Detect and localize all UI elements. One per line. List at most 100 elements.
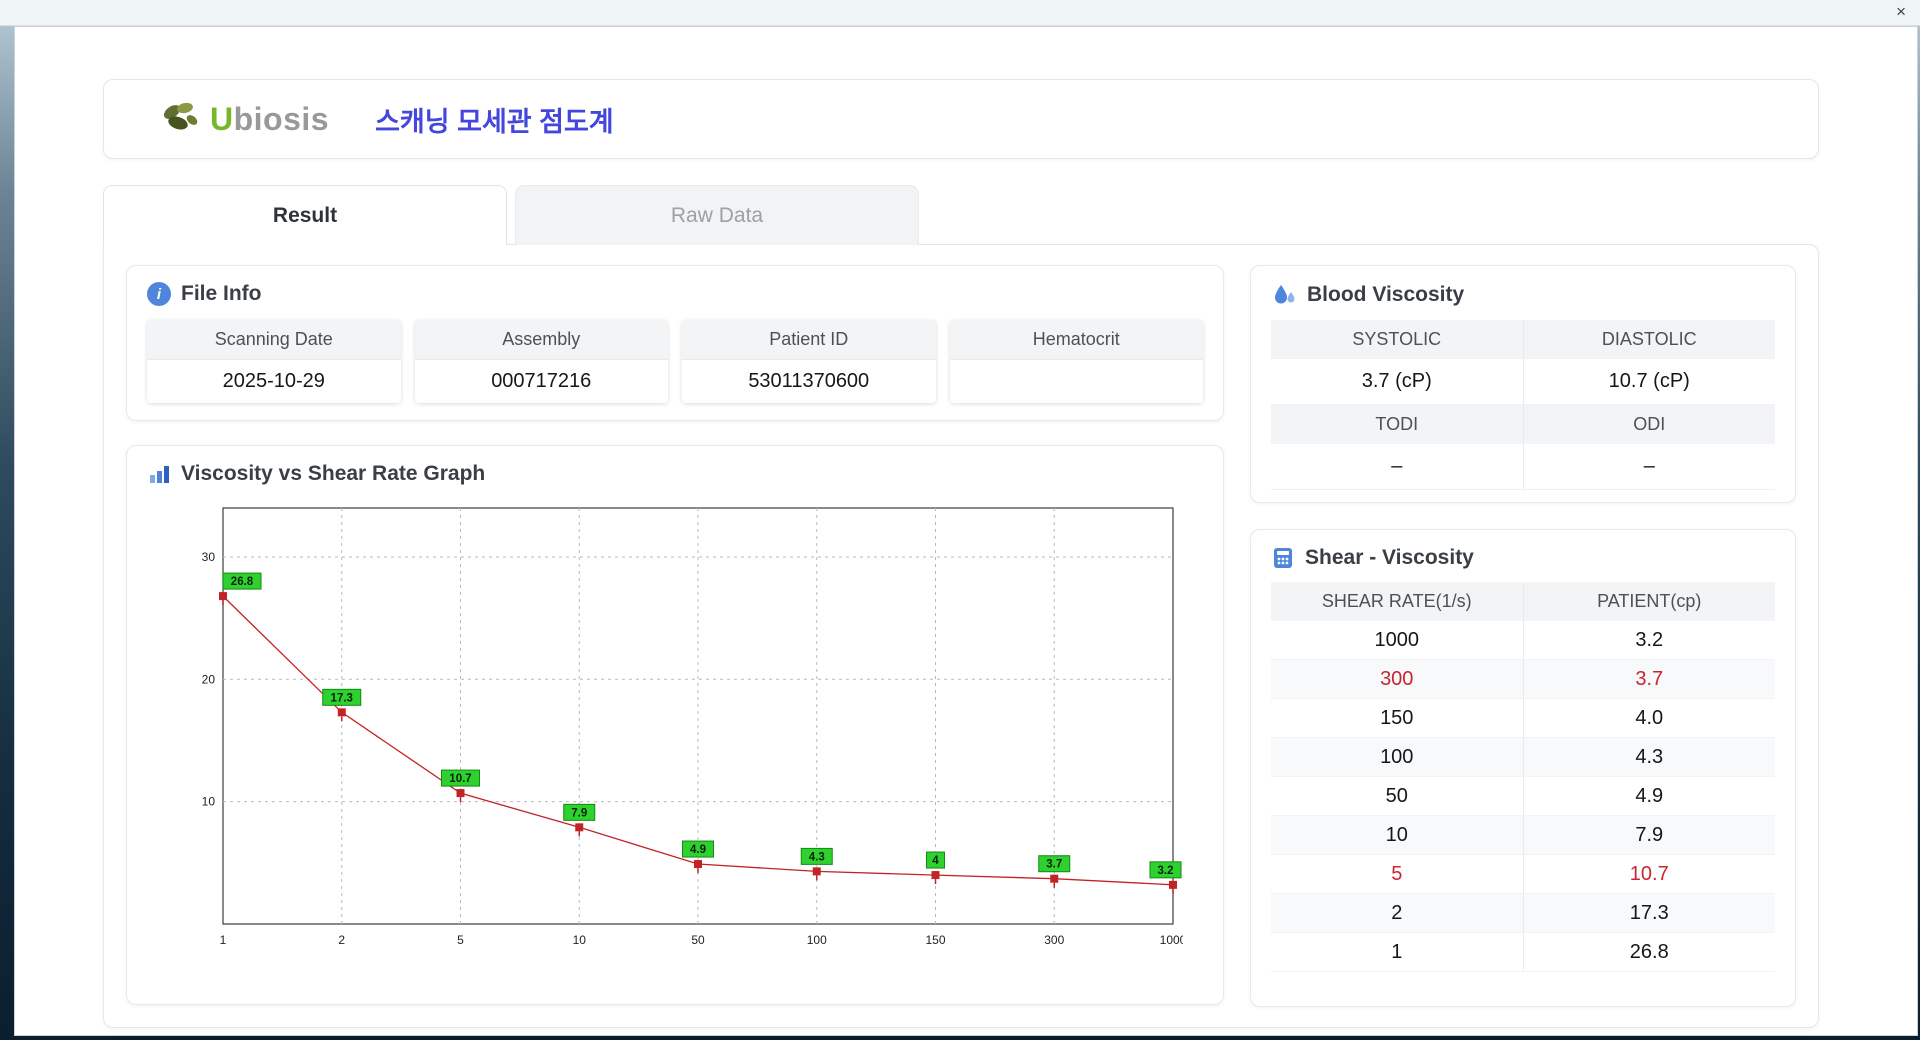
blood-viscosity-body: SYSTOLIC DIASTOLIC 3.7 (cP) 10.7 (cP) TODI OD… [1271,320,1775,490]
svg-text:10: 10 [202,795,216,809]
svg-text:1000: 1000 [1160,933,1183,947]
shear-table-row: 300 3.7 [1271,659,1775,699]
right-column: Blood Viscosity SYSTOLIC DIASTOLIC 3.7 (cP… [1250,265,1796,1007]
field-value: 000717216 [414,360,668,403]
tab-result[interactable]: Result [103,185,507,245]
svg-text:20: 20 [202,672,216,686]
bv-label: ODI [1522,404,1775,444]
shear-table-row: 100 4.3 [1271,737,1775,777]
shear-table: SHEAR RATE(1/s) PATIENT(cp) 1000 3.2 300 3.… [1271,582,1775,972]
tab-raw-data[interactable]: Raw Data [515,185,919,245]
bv-value: – [1522,444,1775,490]
graph-title-row: Viscosity vs Shear Rate Graph [147,462,1203,486]
svg-text:30: 30 [202,550,216,564]
file-info-field: Patient ID 53011370600 [682,320,936,403]
svg-text:100: 100 [807,933,827,947]
shear-table-cell: 300 [1271,659,1523,699]
shear-table-row: 10 7.9 [1271,815,1775,855]
bv-value: 10.7 (cP) [1522,359,1775,405]
tab-bar: Result Raw Data [103,185,919,245]
svg-text:3.7: 3.7 [1046,859,1062,871]
bv-label: DIASTOLIC [1522,320,1775,359]
svg-text:2: 2 [338,933,345,947]
svg-text:17.3: 17.3 [331,692,353,704]
svg-text:3.2: 3.2 [1158,865,1174,877]
shear-table-cell: 4.3 [1522,737,1775,777]
main-panel: i File Info Scanning Date 2025-10-29 Assem… [103,244,1819,1028]
file-info-fields: Scanning Date 2025-10-29 Assembly 000717216… [147,320,1203,403]
logo-leaf-icon [158,99,202,139]
bv-value: 3.7 (cP) [1271,359,1523,405]
bv-value-row: 3.7 (cP) 10.7 (cP) [1271,359,1775,405]
shear-table-cell: 100 [1271,737,1523,777]
field-label: Hematocrit [949,320,1203,360]
shear-table-body: 1000 3.2 300 3.7 150 4.0 100 4.3 50 4.9 10 7.9 5 10.7… [1271,621,1775,972]
viscosity-chart: 10 20 30 1 2 5 10 50 100 150 300 1000 26.8 17.3 10.7 7.… [173,494,1203,971]
field-label: Patient ID [682,320,936,360]
shear-table-cell: 26.8 [1522,932,1775,972]
field-value: 53011370600 [682,360,936,403]
shear-table-cell: 4.9 [1522,776,1775,816]
svg-text:50: 50 [691,933,705,947]
shear-table-cell: 50 [1271,776,1523,816]
bv-value: – [1271,444,1523,490]
svg-text:10.7: 10.7 [449,773,471,785]
svg-text:150: 150 [925,933,945,947]
shear-table-cell: 3.7 [1522,659,1775,699]
file-info-field: Hematocrit [949,320,1203,403]
info-icon: i [147,282,171,306]
shear-table-cell: 1 [1271,932,1523,972]
close-icon[interactable]: × [1896,2,1906,22]
shear-rate-column-header: SHEAR RATE(1/s) [1271,582,1523,621]
file-info-field: Scanning Date 2025-10-29 [147,320,401,403]
shear-table-row: 1 26.8 [1271,932,1775,972]
svg-text:4.9: 4.9 [690,844,706,856]
shear-table-cell: 4.0 [1522,698,1775,738]
shear-table-row: 150 4.0 [1271,698,1775,738]
field-label: Assembly [414,320,668,360]
svg-text:4.3: 4.3 [809,851,825,863]
logo-text-prefix: U [210,100,234,137]
svg-text:7.9: 7.9 [571,807,587,819]
field-value [949,360,1203,402]
blood-viscosity-table: SYSTOLIC DIASTOLIC 3.7 (cP) 10.7 (cP) TODI OD… [1271,320,1775,490]
svg-text:4: 4 [932,855,939,867]
field-label: Scanning Date [147,320,401,360]
graph-title: Viscosity vs Shear Rate Graph [181,462,486,485]
blood-viscosity-card: Blood Viscosity SYSTOLIC DIASTOLIC 3.7 (cP… [1250,265,1796,503]
svg-text:10: 10 [573,933,587,947]
shear-viscosity-title: Shear - Viscosity [1305,546,1474,569]
file-info-title-row: i File Info [147,282,1203,306]
bv-header-row: TODI ODI [1271,404,1775,444]
app-logo: Ubiosis [158,99,329,139]
header-card: Ubiosis 스캐닝 모세관 점도계 [103,79,1819,159]
shear-table-cell: 5 [1271,854,1523,894]
shear-table-cell: 2 [1271,893,1523,933]
bv-label: SYSTOLIC [1271,320,1523,359]
file-info-card: i File Info Scanning Date 2025-10-29 Assem… [126,265,1224,421]
blood-viscosity-title: Blood Viscosity [1307,283,1465,306]
shear-table-header-row: SHEAR RATE(1/s) PATIENT(cp) [1271,582,1775,621]
shear-table-row: 50 4.9 [1271,776,1775,816]
shear-table-cell: 150 [1271,698,1523,738]
graph-card: Viscosity vs Shear Rate Graph 10 20 30 1 2 5 1… [126,445,1224,1005]
viscosity-chart-svg: 10 20 30 1 2 5 10 50 100 150 300 1000 26.8 17.3 10.7 7.… [202,507,1187,947]
file-info-title: File Info [181,282,262,305]
titlebar: × [0,0,1920,26]
droplet-icon [1271,282,1297,308]
shear-table-row: 5 10.7 [1271,854,1775,894]
calculator-icon [1271,546,1295,570]
logo-text: Ubiosis [210,101,329,138]
shear-table-row: 1000 3.2 [1271,621,1775,660]
file-info-field: Assembly 000717216 [414,320,668,403]
bar-chart-icon [147,462,171,486]
app-window: Ubiosis 스캐닝 모세관 점도계 Result Raw Data i Fi… [14,26,1918,1036]
blood-viscosity-title-row: Blood Viscosity [1271,282,1775,308]
svg-text:1: 1 [220,933,227,947]
shear-viscosity-card: Shear - Viscosity SHEAR RATE(1/s) PATIEN… [1250,529,1796,1007]
shear-table-row: 2 17.3 [1271,893,1775,933]
logo-text-rest: biosis [233,100,330,137]
patient-column-header: PATIENT(cp) [1522,582,1775,621]
svg-text:5: 5 [457,933,464,947]
shear-table-cell: 7.9 [1522,815,1775,855]
